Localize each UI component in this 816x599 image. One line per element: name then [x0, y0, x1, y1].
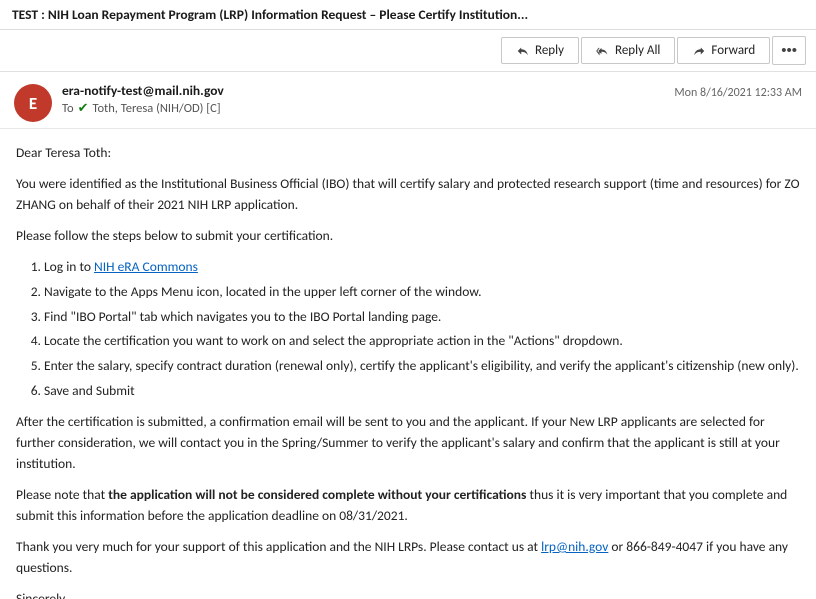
sender-info: era-notify-test@mail.nih.gov To ✔ Toth, … — [62, 82, 664, 116]
forward-button[interactable]: Forward — [677, 37, 770, 64]
steps-list: Log in to NIH eRA Commons Navigate to th… — [44, 257, 800, 403]
list-item: Log in to NIH eRA Commons — [44, 257, 800, 278]
line4-pre: Please note that — [16, 486, 108, 503]
recipient-line: To ✔ Toth, Teresa (NIH/OD) [C] — [62, 101, 664, 116]
action-bar: Reply Reply All Forward ••• — [0, 30, 816, 72]
body-line4: Please note that the application will no… — [16, 485, 800, 527]
list-item: Save and Submit — [44, 381, 800, 402]
email-title: TEST : NIH Loan Repayment Program (LRP) … — [0, 0, 816, 30]
more-icon: ••• — [781, 42, 797, 59]
email-header: E era-notify-test@mail.nih.gov To ✔ Toth… — [0, 72, 816, 129]
list-item: Find "IBO Portal" tab which navigates yo… — [44, 307, 800, 328]
body-line2: Please follow the steps below to submit … — [16, 226, 800, 247]
body-line1: You were identified as the Institutional… — [16, 174, 800, 216]
reply-all-button[interactable]: Reply All — [581, 37, 675, 64]
forward-icon — [692, 44, 706, 58]
nih-era-link[interactable]: NIH eRA Commons — [94, 258, 198, 275]
reply-all-icon — [596, 44, 610, 58]
list-item: Navigate to the Apps Menu icon, located … — [44, 282, 800, 303]
body-line3: After the certification is submitted, a … — [16, 412, 800, 475]
verified-icon: ✔ — [78, 101, 89, 116]
more-button[interactable]: ••• — [772, 36, 806, 65]
sender-avatar: E — [14, 84, 52, 122]
email-date: Mon 8/16/2021 12:33 AM — [674, 86, 802, 100]
body-line5: Thank you very much for your support of … — [16, 537, 800, 579]
reply-button[interactable]: Reply — [501, 37, 579, 64]
reply-icon — [516, 44, 530, 58]
list-item: Locate the certification you want to wor… — [44, 331, 800, 352]
line5-pre: Thank you very much for your support of … — [16, 538, 541, 555]
lrp-email-link[interactable]: lrp@nih.gov — [541, 538, 608, 555]
sender-email: era-notify-test@mail.nih.gov — [62, 82, 664, 99]
recipient-name: Toth, Teresa (NIH/OD) [C] — [92, 101, 220, 116]
greeting: Dear Teresa Toth: — [16, 143, 800, 164]
email-body: Dear Teresa Toth: You were identified as… — [0, 129, 816, 599]
forward-label: Forward — [711, 43, 755, 58]
reply-label: Reply — [535, 43, 564, 58]
reply-all-label: Reply All — [615, 43, 660, 58]
to-label: To — [62, 101, 74, 116]
list-item: Enter the salary, specify contract durat… — [44, 356, 800, 377]
signoff: Sincerely, — [16, 589, 800, 599]
line4-bold: the application will not be considered c… — [108, 486, 526, 503]
